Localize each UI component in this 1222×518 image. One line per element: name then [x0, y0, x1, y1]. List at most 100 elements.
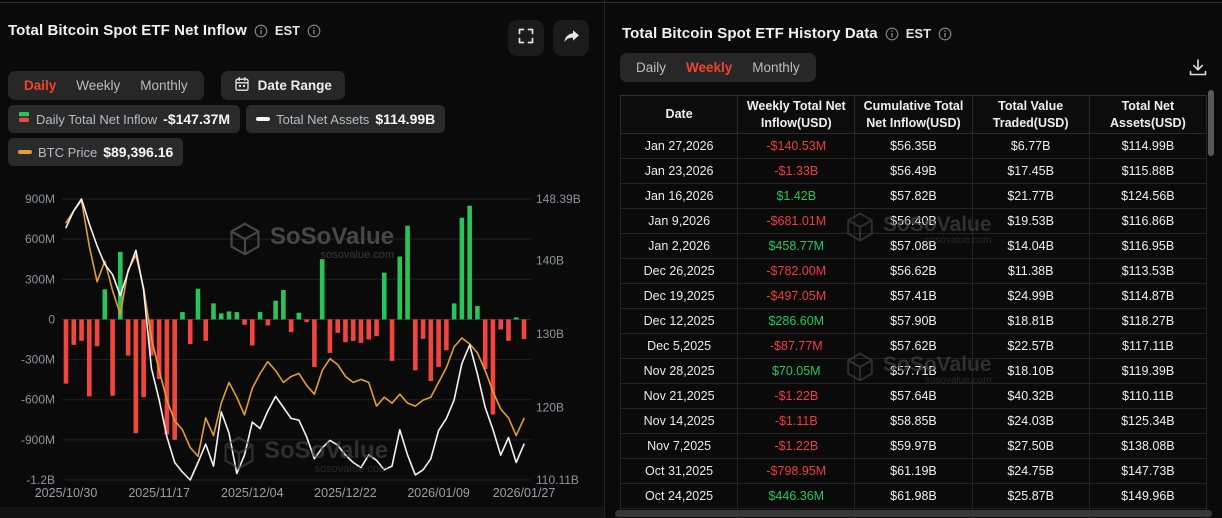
table-row[interactable]: Dec 19,2025-$497.05M$57.41B$24.99B$114.8… — [621, 284, 1207, 309]
net-inflow-bar[interactable] — [234, 312, 239, 319]
net-inflow-bar[interactable] — [405, 226, 410, 320]
net-inflow-bar[interactable] — [491, 319, 496, 414]
net-inflow-bar[interactable] — [374, 319, 379, 336]
net-inflow-bar[interactable] — [250, 319, 255, 345]
table-row[interactable]: Jan 27,2026-$140.53M$56.35B$6.77B$114.99… — [621, 134, 1207, 159]
net-inflow-bar[interactable] — [312, 319, 317, 367]
table-horizontal-scrollbar[interactable] — [615, 510, 1212, 517]
table-row[interactable]: Jan 9,2026-$681.01M$56.40B$19.53B$116.86… — [621, 209, 1207, 234]
info-icon[interactable] — [938, 27, 952, 41]
net-inflow-bar[interactable] — [126, 319, 131, 355]
net-inflow-bar[interactable] — [172, 319, 177, 439]
net-inflow-bar[interactable] — [467, 206, 472, 320]
table-row[interactable]: Nov 28,2025$70.05M$57.71B$18.10B$119.39B — [621, 359, 1207, 384]
tab-monthly[interactable]: Monthly — [742, 60, 809, 75]
net-inflow-bar[interactable] — [514, 317, 519, 319]
net-inflow-bar[interactable] — [382, 273, 387, 320]
net-inflow-bar[interactable] — [483, 319, 488, 369]
table-row[interactable]: Dec 12,2025$286.60M$57.90B$18.81B$118.27… — [621, 309, 1207, 334]
net-inflow-bar[interactable] — [304, 319, 309, 322]
net-inflow-bar[interactable] — [242, 319, 247, 324]
table-row[interactable]: Dec 26,2025-$782.00M$56.62B$11.38B$113.5… — [621, 259, 1207, 284]
tab-daily[interactable]: Daily — [14, 78, 66, 93]
net-inflow-bar[interactable] — [343, 319, 348, 342]
net-inflow-bar[interactable] — [141, 319, 146, 397]
table-row[interactable]: Oct 24,2025$446.36M$61.98B$25.87B$149.96… — [621, 484, 1207, 509]
info-icon[interactable] — [885, 27, 899, 41]
net-inflow-bar[interactable] — [498, 319, 503, 329]
net-inflow-bar[interactable] — [266, 319, 271, 325]
table-cell: $446.36M — [738, 484, 855, 509]
net-inflow-bar[interactable] — [506, 319, 511, 340]
net-inflow-bar[interactable] — [421, 319, 426, 338]
table-row[interactable]: Dec 5,2025-$87.77M$57.62B$22.57B$117.11B — [621, 334, 1207, 359]
net-inflow-bar[interactable] — [64, 319, 69, 383]
fullscreen-button[interactable] — [508, 20, 544, 56]
net-inflow-bar[interactable] — [134, 319, 139, 433]
interval-tab-group: Daily Weekly Monthly — [8, 71, 204, 100]
net-inflow-bar[interactable] — [211, 303, 216, 319]
info-icon[interactable] — [254, 24, 268, 38]
net-inflow-bar[interactable] — [390, 319, 395, 360]
chart-legend-row-2: BTC Price $89,396.16 — [8, 138, 183, 166]
net-inflow-bar[interactable] — [79, 319, 84, 340]
net-inflow-bar[interactable] — [436, 319, 441, 367]
net-inflow-bar[interactable] — [219, 313, 224, 319]
tab-monthly[interactable]: Monthly — [130, 78, 197, 93]
net-inflow-bar[interactable] — [95, 319, 100, 346]
net-inflow-bar[interactable] — [165, 319, 170, 434]
net-inflow-bar[interactable] — [429, 319, 434, 381]
table-row[interactable]: Jan 2,2026$458.77M$57.08B$14.04B$116.95B — [621, 234, 1207, 259]
net-inflow-bar[interactable] — [460, 218, 465, 320]
net-inflow-bar[interactable] — [110, 319, 115, 395]
net-inflow-bar[interactable] — [320, 259, 325, 319]
net-inflow-bar[interactable] — [297, 313, 302, 320]
history-header: Total Bitcoin Spot ETF History Data EST — [622, 25, 952, 42]
net-inflow-bar[interactable] — [149, 319, 154, 355]
net-inflow-bar[interactable] — [413, 319, 418, 370]
table-row[interactable]: Jan 23,2026-$1.33B$56.49B$17.45B$115.88B — [621, 159, 1207, 184]
table-cell: $18.10B — [972, 359, 1089, 384]
table-row[interactable]: Nov 7,2025-$1.22B$59.97B$27.50B$138.08B — [621, 434, 1207, 459]
net-inflow-bar[interactable] — [335, 319, 340, 332]
net-inflow-bar[interactable] — [366, 319, 371, 339]
net-inflow-bar[interactable] — [87, 319, 92, 396]
net-inflow-bar[interactable] — [452, 303, 457, 319]
net-inflow-bar[interactable] — [281, 290, 286, 319]
legend-btc-price[interactable]: BTC Price $89,396.16 — [8, 138, 183, 166]
net-inflow-bar[interactable] — [157, 319, 162, 379]
net-inflow-bar[interactable] — [444, 319, 449, 350]
net-inflow-bar[interactable] — [118, 252, 123, 320]
tab-weekly[interactable]: Weekly — [66, 78, 130, 93]
table-row[interactable]: Jan 16,2026$1.42B$57.82B$21.77B$124.56B — [621, 184, 1207, 209]
legend-total-net-assets[interactable]: Total Net Assets $114.99B — [246, 105, 445, 133]
net-inflow-bar[interactable] — [258, 312, 263, 319]
net-inflow-bar[interactable] — [103, 289, 108, 319]
net-inflow-bar[interactable] — [359, 319, 364, 342]
net-inflow-bar[interactable] — [71, 319, 76, 344]
net-inflow-bar[interactable] — [397, 257, 402, 320]
net-inflow-bar[interactable] — [289, 319, 294, 332]
table-vertical-scrollbar[interactable] — [1208, 90, 1214, 156]
net-inflow-bar[interactable] — [188, 319, 193, 344]
net-inflow-bar[interactable] — [273, 301, 278, 320]
net-inflow-bar[interactable] — [227, 311, 232, 319]
download-button[interactable] — [1187, 57, 1211, 81]
net-inflow-bar[interactable] — [475, 306, 480, 319]
net-inflow-bar[interactable] — [196, 289, 201, 320]
tab-daily[interactable]: Daily — [626, 60, 676, 75]
net-inflow-bar[interactable] — [180, 312, 185, 319]
table-row[interactable]: Oct 31,2025-$798.95M$61.19B$24.75B$147.7… — [621, 459, 1207, 484]
net-inflow-bar[interactable] — [328, 319, 333, 352]
table-cell: $138.08B — [1089, 434, 1206, 459]
table-row[interactable]: Nov 21,2025-$1.22B$57.64B$40.32B$110.11B — [621, 384, 1207, 409]
info-icon[interactable] — [307, 24, 321, 38]
net-inflow-bar[interactable] — [351, 319, 356, 340]
net-inflow-bar[interactable] — [203, 319, 208, 340]
date-range-button[interactable]: Date Range — [221, 71, 345, 100]
share-button[interactable] — [553, 20, 589, 56]
net-inflow-bar[interactable] — [522, 319, 527, 339]
tab-weekly[interactable]: Weekly — [676, 60, 742, 75]
legend-daily-net-inflow[interactable]: Daily Total Net Inflow -$147.37M — [8, 105, 240, 133]
table-row[interactable]: Nov 14,2025-$1.11B$58.85B$24.03B$125.34B — [621, 409, 1207, 434]
